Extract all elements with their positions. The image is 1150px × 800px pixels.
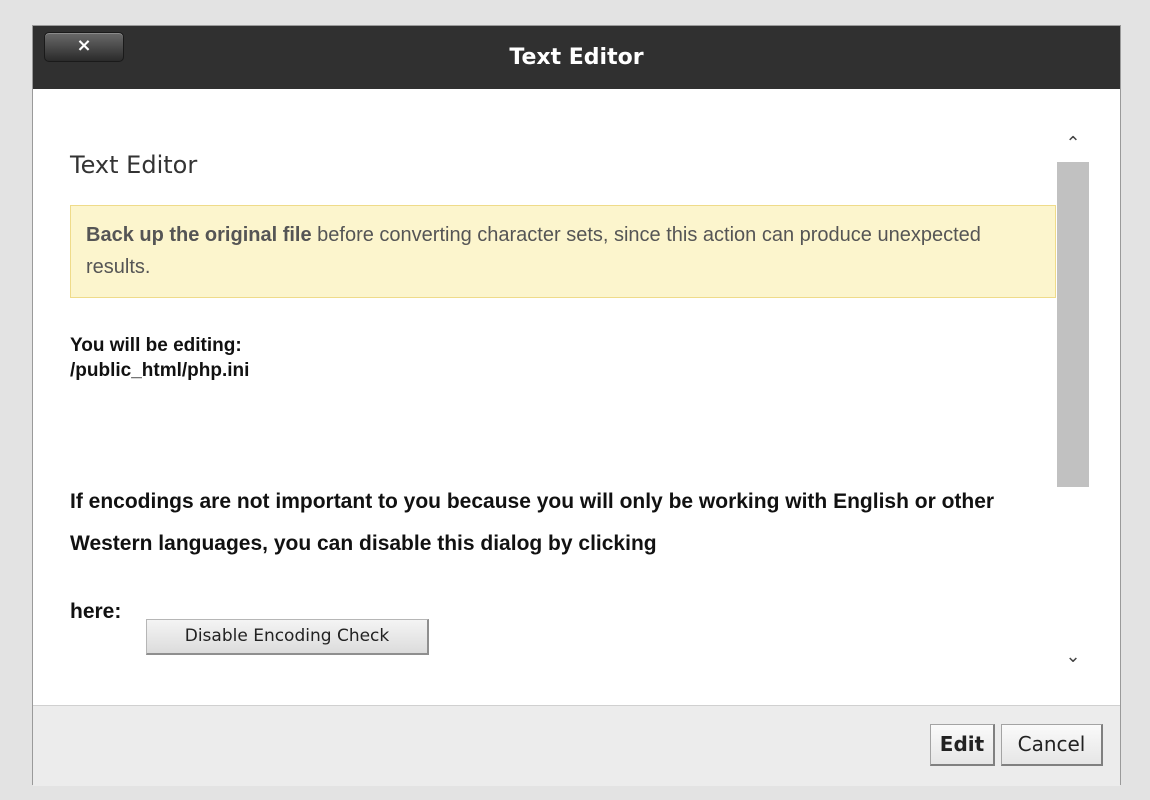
vertical-scrollbar[interactable]: ⌃ ⌄ [1057, 126, 1089, 675]
content-heading: Text Editor [70, 151, 198, 179]
here-label: here: [70, 600, 122, 623]
dialog-content: Text Editor Back up the original file be… [33, 89, 1120, 705]
scroll-up-arrow-icon[interactable]: ⌃ [1057, 126, 1089, 162]
dialog-footer: Edit Cancel [33, 705, 1120, 786]
warning-bold-text: Back up the original file [86, 224, 312, 246]
dialog-titlebar: × Text Editor [33, 26, 1120, 89]
encoding-info-text: If encodings are not important to you be… [70, 490, 995, 555]
disable-encoding-check-button[interactable]: Disable Encoding Check [146, 619, 429, 655]
editing-info: You will be editing: /public_html/php.in… [70, 333, 249, 383]
editing-label: You will be editing: [70, 335, 242, 356]
scrollbar-thumb[interactable] [1057, 162, 1089, 487]
file-path: /public_html/php.ini [70, 360, 250, 381]
dialog-title: Text Editor [509, 45, 644, 70]
scroll-down-arrow-icon[interactable]: ⌄ [1057, 639, 1089, 675]
warning-box: Back up the original file before convert… [70, 205, 1056, 298]
edit-button[interactable]: Edit [930, 724, 995, 766]
text-editor-dialog: × Text Editor Text Editor Back up the or… [32, 25, 1121, 786]
cancel-button[interactable]: Cancel [1001, 724, 1103, 766]
